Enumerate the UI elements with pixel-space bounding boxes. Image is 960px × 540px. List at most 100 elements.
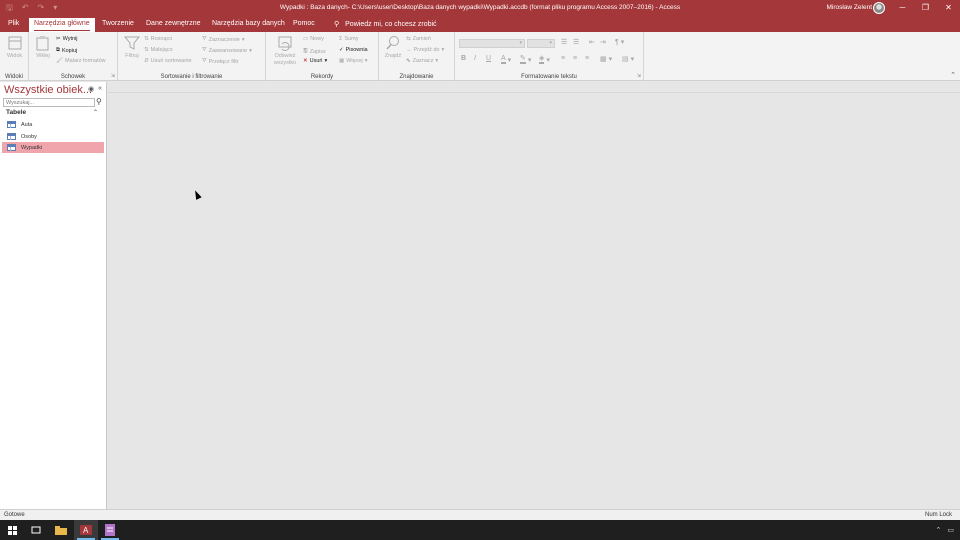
group-label: Sortowanie i filtrowanie [160, 74, 223, 80]
paste-button[interactable]: Wklej [34, 35, 52, 60]
tab-external-data[interactable]: Dane zewnętrzne [146, 20, 200, 27]
copy-button[interactable]: ⧉ Kopiuj [56, 47, 77, 54]
increase-indent-button[interactable]: ⇥ [600, 38, 606, 46]
italic-button[interactable]: I [474, 55, 476, 62]
restore-button[interactable]: ❐ [914, 0, 937, 17]
new-label: Nowy [310, 36, 324, 42]
refresh-all-button[interactable]: Odśwież wszystko [269, 35, 301, 67]
italic-icon: I [474, 55, 476, 62]
nav-pane-controls: ◉ « [88, 85, 102, 93]
replace-button[interactable]: ⇆ Zamień [406, 36, 431, 42]
more-button[interactable]: ▦ Więcej ▾ [339, 58, 367, 64]
find-label: Znajdź [384, 53, 402, 59]
rtl-button[interactable]: ¶ ▾ [615, 38, 624, 47]
chevron-down-icon: ▾ [546, 56, 550, 64]
funnel-icon [123, 35, 141, 51]
align-center-button[interactable]: ≡ [573, 55, 577, 62]
delete-record-button[interactable]: ✕ Usuń ▾ [303, 58, 327, 64]
view-label: Widok [6, 53, 23, 59]
chevron-down-icon: ▾ [608, 56, 613, 63]
sort-descending-button[interactable]: ⇅ Malejąco [144, 47, 173, 53]
collapse-category-icon[interactable]: ⌃ [93, 109, 98, 116]
close-button[interactable]: ✕ [937, 0, 960, 17]
filter-label: Filtruj [125, 53, 139, 59]
font-name-dropdown[interactable]: ▾ [459, 39, 525, 48]
nav-item-auta[interactable]: Auta [2, 119, 104, 130]
user-name[interactable]: Mirosław Zelent [826, 4, 872, 11]
dialog-launcher-icon[interactable]: ⇲ [111, 73, 115, 79]
search-icon[interactable]: ⚲ [96, 97, 102, 106]
totals-label: Sumy [344, 36, 359, 42]
underline-button[interactable]: U [486, 55, 491, 62]
gridlines-button[interactable]: ▦ ▾ [600, 55, 612, 63]
avatar[interactable] [873, 2, 885, 14]
new-record-button[interactable]: ▭ Nowy [303, 36, 324, 42]
selection-button[interactable]: ⛛ Zaznaczenie ▾ [202, 36, 245, 43]
paste-icon [35, 35, 51, 51]
numbering-button[interactable]: ☰ [573, 38, 579, 46]
nav-menu-icon[interactable]: ◉ [88, 85, 94, 93]
select-button[interactable]: ⬉ Zaznacz ▾ [406, 58, 438, 64]
tab-create[interactable]: Tworzenie [102, 20, 134, 27]
view-button[interactable]: Widok [5, 35, 24, 60]
nav-item-label: Auta [21, 121, 33, 128]
format-painter-button[interactable]: 🖌 Malarz formatów [56, 58, 106, 64]
nav-pane-title[interactable]: Wszystkie obiek... [4, 84, 92, 96]
align-right-button[interactable]: ≡ [585, 55, 589, 62]
save-record-button[interactable]: 🖫 Zapisz [303, 47, 326, 56]
fill-color-button[interactable]: ◈ ▾ [539, 55, 550, 64]
alt-row-color-button[interactable]: ▤ ▾ [622, 55, 634, 63]
highlight-button[interactable]: ✎ ▾ [520, 55, 531, 64]
start-button[interactable] [0, 520, 24, 540]
goto-button[interactable]: → Przejdź do ▾ [406, 47, 444, 53]
table-icon [7, 133, 16, 140]
align-left-button[interactable]: ≡ [561, 55, 565, 62]
nav-category-tables[interactable]: Tabele ⌃ [6, 109, 101, 116]
ribbon-tabs: Plik Narzędzia główne Tworzenie Dane zew… [0, 17, 960, 32]
filter-button[interactable]: Filtruj [122, 35, 142, 60]
font-color-button[interactable]: A ▾ [501, 55, 511, 64]
totals-button[interactable]: Σ Sumy [339, 36, 358, 42]
nav-item-osoby[interactable]: Osoby [2, 131, 104, 142]
group-clipboard: Wklej ✂ Wytnij ⧉ Kopiuj 🖌 Malarz formatów S… [29, 32, 118, 81]
search-input[interactable] [3, 98, 95, 107]
minimize-button[interactable]: ─ [891, 0, 914, 17]
file-explorer-button[interactable] [49, 520, 73, 540]
remove-sort-button[interactable]: ⇵ Usuń sortowanie [144, 58, 192, 64]
nav-item-label: Osoby [21, 133, 37, 140]
document-app-button[interactable] [98, 520, 122, 540]
folder-icon [55, 525, 67, 535]
chevron-up-icon[interactable]: ⌃ [936, 526, 942, 534]
collapse-ribbon-icon[interactable]: ⌃ [950, 71, 956, 79]
access-app-button[interactable]: A [74, 520, 98, 540]
group-text-formatting: ▾ ▾ ☰ ☰ ⇤ ⇥ ¶ ▾ B I U A ▾ ✎ ▾ ◈ ▾ ≡ ≡ ≡ ▦ ▾ ▤… [455, 32, 644, 81]
shutter-bar-icon[interactable]: « [98, 85, 102, 93]
cut-button[interactable]: ✂ Wytnij [56, 36, 78, 42]
toggle-filter-button[interactable]: ⛛ Przełącz filtr [202, 58, 239, 65]
arrow-right-icon: → [406, 47, 412, 53]
tab-file[interactable]: Plik [8, 20, 19, 27]
nav-item-wypadki[interactable]: Wypadki [2, 142, 104, 153]
scissors-icon: ✂ [56, 36, 61, 42]
tab-help[interactable]: Pomoc [293, 20, 315, 27]
new-record-icon: ▭ [303, 36, 309, 42]
tab-database-tools[interactable]: Narzędzia bazy danych [212, 20, 285, 27]
pointer-icon: ⬉ [406, 58, 411, 64]
advanced-button[interactable]: ⛛ Zaawansowane ▾ [202, 47, 252, 54]
decrease-indent-button[interactable]: ⇤ [589, 38, 595, 46]
spelling-button[interactable]: ✓ Pisownia [339, 47, 368, 53]
tab-home[interactable]: Narzędzia główne [29, 18, 95, 32]
tell-me-box[interactable]: ⚲ Powiedz mi, co chcesz zrobić [334, 20, 437, 29]
bullets-button[interactable]: ☰ [561, 38, 567, 46]
find-button[interactable]: Znajdź [382, 35, 404, 60]
font-size-dropdown[interactable]: ▾ [527, 39, 555, 48]
navigation-pane: Wszystkie obiek... ◉ « ⚲ Tabele ⌃ Auta O… [0, 82, 107, 509]
task-view-button[interactable] [24, 520, 48, 540]
ribbon: Widok Widoki Wklej ✂ Wytnij ⧉ Kopiuj 🖌 Mala… [0, 32, 960, 81]
status-text: Gotowe [4, 512, 25, 518]
network-icon[interactable]: ▭ [947, 526, 954, 534]
alt-row-color-icon: ▤ [622, 56, 629, 63]
dialog-launcher-icon[interactable]: ⇲ [637, 73, 641, 79]
sort-ascending-button[interactable]: ⇅ Rosnąco [144, 36, 172, 42]
bold-button[interactable]: B [461, 55, 466, 62]
